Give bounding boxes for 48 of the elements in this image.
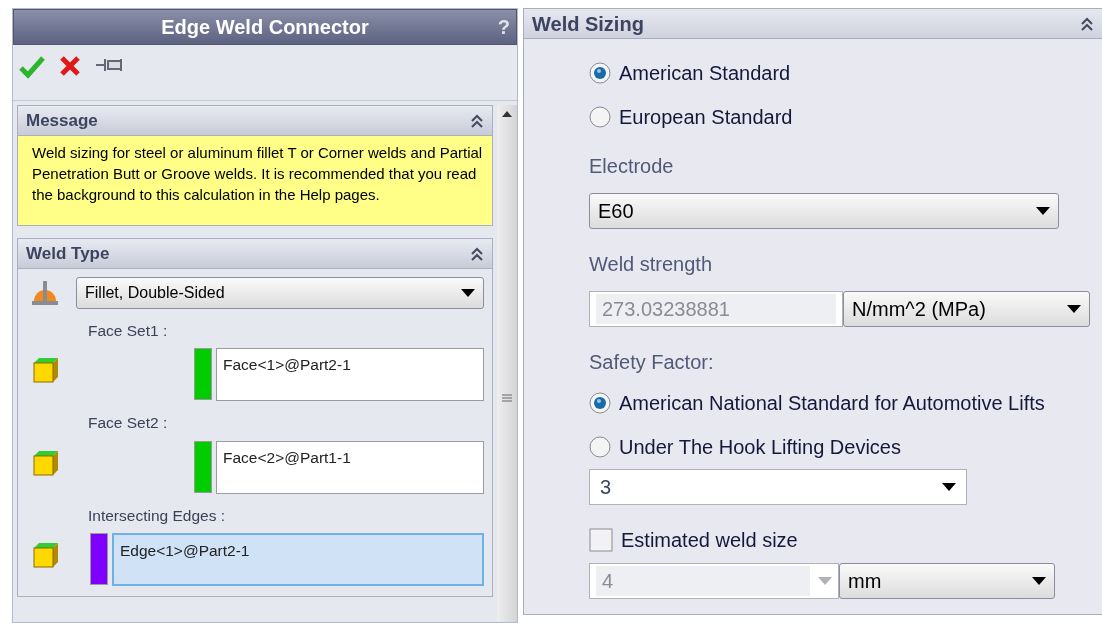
scroll-up-icon[interactable] [502,111,512,117]
radio-button[interactable] [589,436,611,458]
ok-checkmark-icon[interactable] [19,55,45,79]
cancel-x-icon[interactable] [59,55,81,77]
safety-factor-dropdown[interactable]: 3 [589,469,967,505]
selection-box[interactable]: Face<2>@Part1-1 [216,440,484,494]
checkbox-label: Estimated weld size [621,528,798,553]
weld-symbol-icon [30,279,60,307]
selection-label: Face Set1 : [88,321,169,341]
panel-title: Edge Weld Connector [161,15,369,40]
weld-size-dropdown: 4 [589,563,839,599]
electrode-dropdown[interactable]: E60 [589,193,1059,229]
scrollbar[interactable] [497,105,517,622]
radio-label: American National Standard for Automotive Lifts [619,391,1045,416]
group-title: Weld Sizing [532,11,644,37]
scroll-grip-icon[interactable] [502,393,512,403]
unit-dropdown[interactable]: mm [839,563,1055,599]
collapse-icon[interactable] [470,112,484,129]
radio-button[interactable] [589,392,611,414]
cube-icon [32,540,60,569]
group-title: Message [26,109,98,132]
checkbox[interactable] [589,528,613,552]
cube-icon [32,356,60,385]
weld-type-dropdown[interactable]: Fillet, Double-Sided [76,277,484,309]
radio-label: Under The Hook Lifting Devices [619,435,901,460]
dropdown-caret-icon [942,483,956,491]
dropdown-caret-icon [1032,577,1046,585]
radio-button[interactable] [589,106,611,128]
field-label: Electrode [589,154,675,179]
dropdown-caret-icon [1067,305,1081,313]
collapse-icon[interactable] [470,245,484,262]
selection-box[interactable]: Edge<1>@Part2-1 [112,532,484,586]
field-label: Weld strength [589,252,714,277]
dropdown-caret-icon [1036,207,1050,215]
selection-box[interactable]: Face<1>@Part2-1 [216,348,484,402]
dropdown-caret-icon [818,577,832,585]
radio-label: European Standard [619,105,793,130]
radio-button[interactable] [589,62,611,84]
field-label: Safety Factor: [589,350,715,375]
unit-dropdown[interactable]: N/mm^2 (MPa) [843,291,1090,327]
selection-label: Face Set2 : [88,413,169,434]
selection-label: Intersecting Edges : [88,505,226,526]
cube-icon [32,448,60,477]
message-text: Weld sizing for steel or aluminum fillet T or Corner welds and Partial Penetration Butt or Groove welds. It is recommended that you read the background to this calculation in the Help pages. [18,136,492,225]
radio-label: American Standard [619,61,791,86]
collapse-icon[interactable] [1080,15,1094,32]
group-title: Weld Type [26,242,110,265]
dropdown-caret-icon [461,289,475,297]
